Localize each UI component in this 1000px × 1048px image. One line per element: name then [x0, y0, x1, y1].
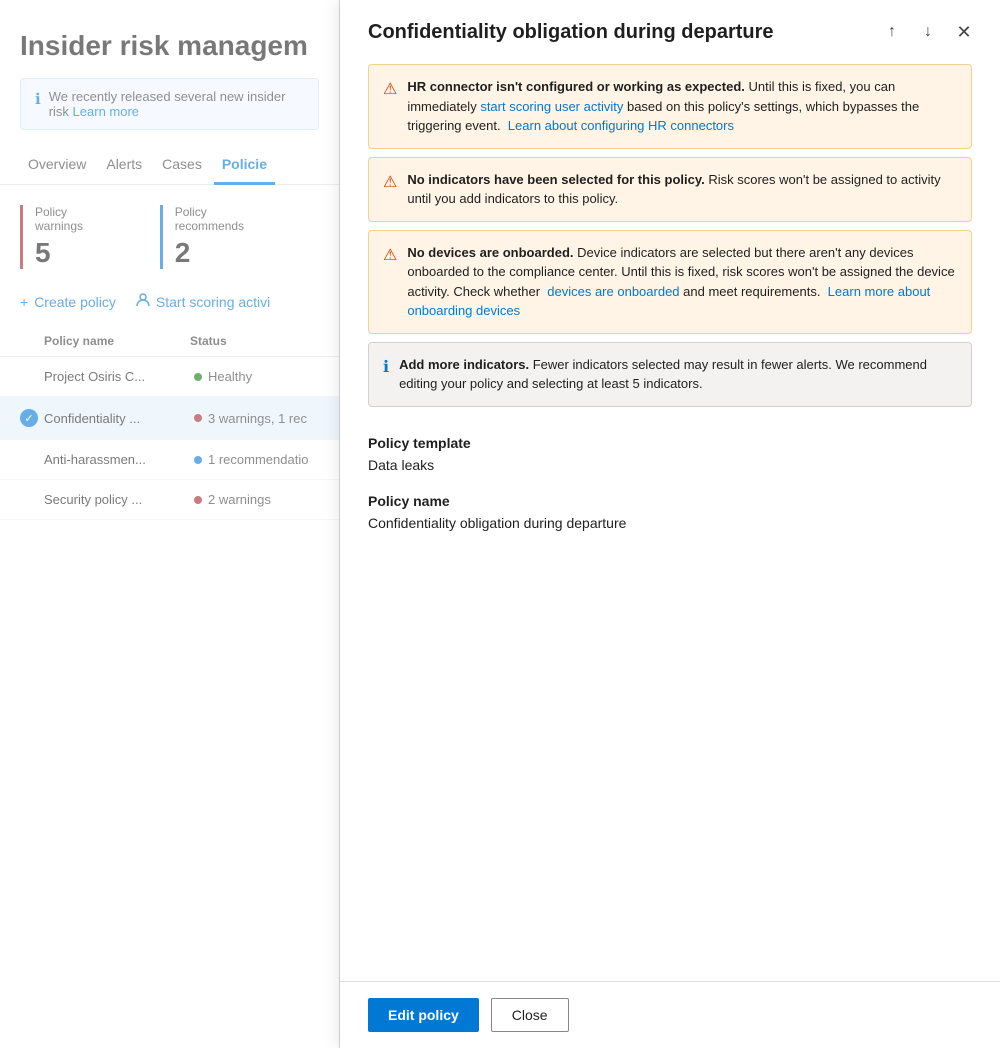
- devices-onboarded-link[interactable]: devices are onboarded: [547, 284, 679, 299]
- tab-policies[interactable]: Policie: [214, 146, 275, 185]
- status-dot-red-2: [194, 496, 202, 504]
- nav-down-button[interactable]: ↓: [912, 16, 944, 48]
- row-checkbox-2: ✓: [20, 409, 44, 427]
- column-policy-name: Policy name: [20, 334, 190, 348]
- alert-title-4: Add more indicators.: [399, 357, 529, 372]
- table-row[interactable]: Anti-harassmen... 1 recommendatio: [0, 440, 339, 480]
- flyout-navigation: ↑ ↓ ✕: [876, 16, 980, 48]
- status-dot-green: [194, 373, 202, 381]
- divider: [368, 415, 972, 435]
- status-text-4: 2 warnings: [208, 492, 271, 507]
- alert-content-2: No indicators have been selected for thi…: [407, 170, 957, 209]
- policy-template-section: Policy template Data leaks: [368, 435, 972, 473]
- row-name-2: Confidentiality ...: [44, 411, 194, 426]
- stat-recommendations-label: Policy recommends: [175, 205, 271, 233]
- info-icon: ℹ: [35, 90, 41, 108]
- status-text-3: 1 recommendatio: [208, 452, 308, 467]
- alert-content-3: No devices are onboarded. Device indicat…: [407, 243, 957, 321]
- stat-warnings-value: 5: [35, 237, 112, 269]
- policy-name-label: Policy name: [368, 493, 972, 509]
- tab-cases[interactable]: Cases: [154, 146, 210, 185]
- status-dot-red: [194, 414, 202, 422]
- left-panel: Insider risk managem ℹ We recently relea…: [0, 0, 340, 1048]
- table-row[interactable]: Security policy ... 2 warnings: [0, 480, 339, 520]
- flyout-body: ⚠ HR connector isn't configured or worki…: [340, 56, 1000, 981]
- row-status-3: 1 recommendatio: [194, 452, 319, 467]
- flyout-title: Confidentiality obligation during depart…: [368, 21, 876, 44]
- info-icon-1: ℹ: [383, 356, 389, 380]
- row-status-4: 2 warnings: [194, 492, 319, 507]
- banner-text: We recently released several new insider…: [49, 89, 304, 119]
- edit-policy-button[interactable]: Edit policy: [368, 998, 479, 1032]
- table-row[interactable]: Project Osiris C... Healthy: [0, 357, 339, 397]
- check-circle-icon: ✓: [20, 409, 38, 427]
- flyout-footer: Edit policy Close: [340, 981, 1000, 1048]
- close-button[interactable]: Close: [491, 998, 569, 1032]
- warning-icon-3: ⚠: [383, 244, 397, 268]
- info-banner: ℹ We recently released several new insid…: [20, 78, 319, 130]
- start-scoring-button[interactable]: Start scoring activi: [136, 293, 270, 310]
- tab-overview[interactable]: Overview: [20, 146, 94, 185]
- row-name-3: Anti-harassmen...: [44, 452, 194, 467]
- warning-icon-2: ⚠: [383, 171, 397, 195]
- flyout-header: Confidentiality obligation during depart…: [340, 0, 1000, 56]
- flyout-close-button[interactable]: ✕: [948, 16, 980, 48]
- warning-icon-1: ⚠: [383, 78, 397, 102]
- alert-title-2: No indicators have been selected for thi…: [407, 172, 704, 187]
- nav-tabs: Overview Alerts Cases Policie: [0, 146, 339, 185]
- stat-policy-recommendations: Policy recommends 2: [160, 205, 295, 269]
- stat-recommendations-value: 2: [175, 237, 271, 269]
- policy-name-section: Policy name Confidentiality obligation d…: [368, 493, 972, 531]
- row-name-1: Project Osiris C...: [44, 369, 194, 384]
- row-status-2: 3 warnings, 1 rec: [194, 411, 319, 426]
- nav-up-button[interactable]: ↑: [876, 16, 908, 48]
- alert-title-1: HR connector isn't configured or working…: [407, 79, 745, 94]
- policy-template-value: Data leaks: [368, 457, 972, 473]
- stat-policy-warnings: Policy warnings 5: [20, 205, 136, 269]
- alert-hr-connector: ⚠ HR connector isn't configured or worki…: [368, 64, 972, 149]
- alert-content-1: HR connector isn't configured or working…: [407, 77, 957, 136]
- policy-name-value: Confidentiality obligation during depart…: [368, 515, 972, 531]
- alert-no-devices: ⚠ No devices are onboarded. Device indic…: [368, 230, 972, 334]
- table-row[interactable]: ✓ Confidentiality ... 3 warnings, 1 rec: [0, 397, 339, 440]
- start-scoring-link[interactable]: start scoring user activity: [480, 99, 623, 114]
- policy-template-label: Policy template: [368, 435, 972, 451]
- learn-hr-connectors-link[interactable]: Learn about configuring HR connectors: [508, 118, 734, 133]
- alert-add-indicators: ℹ Add more indicators. Fewer indicators …: [368, 342, 972, 407]
- alert-title-3: No devices are onboarded.: [407, 245, 573, 260]
- plus-icon: +: [20, 294, 28, 310]
- page-title: Insider risk managem: [0, 20, 339, 78]
- tab-alerts[interactable]: Alerts: [98, 146, 150, 185]
- status-text-2: 3 warnings, 1 rec: [208, 411, 307, 426]
- flyout-panel: Confidentiality obligation during depart…: [340, 0, 1000, 1048]
- alert-no-indicators: ⚠ No indicators have been selected for t…: [368, 157, 972, 222]
- stats-row: Policy warnings 5 Policy recommends 2: [0, 185, 339, 285]
- action-bar: + Create policy Start scoring activi: [0, 285, 339, 326]
- status-dot-blue: [194, 456, 202, 464]
- status-text-1: Healthy: [208, 369, 252, 384]
- column-status: Status: [190, 334, 319, 348]
- stat-warnings-label: Policy warnings: [35, 205, 112, 233]
- banner-link[interactable]: Learn more: [73, 104, 139, 119]
- row-name-4: Security policy ...: [44, 492, 194, 507]
- table-header: Policy name Status: [0, 326, 339, 357]
- alert-content-4: Add more indicators. Fewer indicators se…: [399, 355, 957, 394]
- create-policy-button[interactable]: + Create policy: [20, 293, 116, 310]
- row-status-1: Healthy: [194, 369, 319, 384]
- person-icon: [136, 293, 150, 310]
